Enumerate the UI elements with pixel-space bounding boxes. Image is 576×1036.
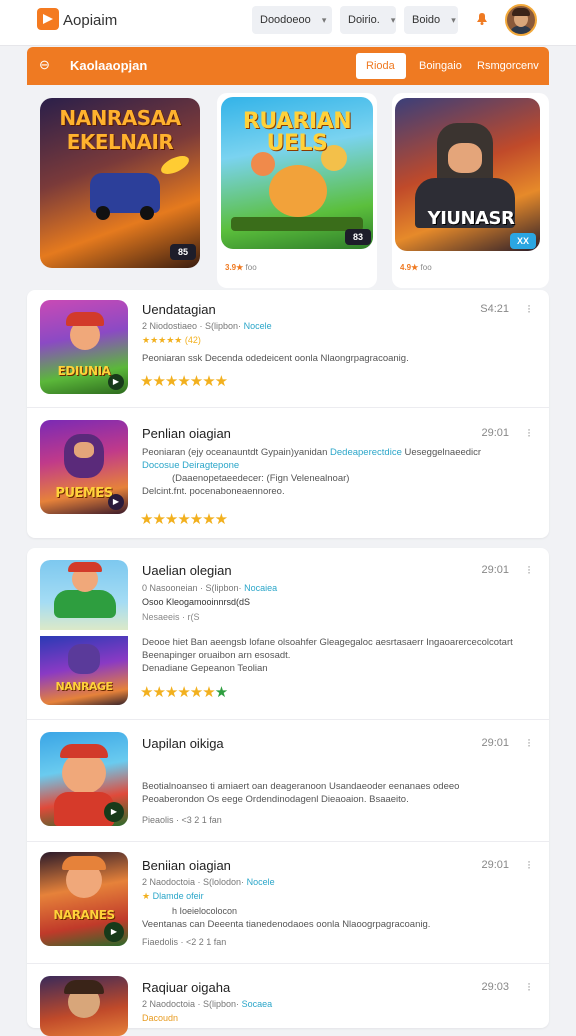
game-art-title: YIUNASR [427,208,515,229]
timestamp: 29:01 [481,564,509,576]
dropdown-label: Doirio. [348,14,380,26]
game-description: Beotialnoanseo ti amiaert oan deageranoo… [142,781,460,805]
chevron-down-icon: ▾ [321,15,327,25]
tab-rsmgorcenv[interactable]: Rsmgorcenv [467,53,549,79]
game-list-panel: EDIUNIA ▶ Uendatagian S4:21 ⁝ 2 Niodosti… [27,290,549,538]
game-title: Raqiuar oigaha [142,980,231,995]
desc-prefix: h Ioeielocolocon [172,906,238,916]
star-rating: ★★★★★★★ [140,684,228,701]
game-meta: 2 Niodostiaeo · S(lipbon· Nocele [142,321,272,331]
rating-line: Dacoudn [142,1013,179,1023]
game-thumbnail: EDIUNIA ▶ [40,300,128,394]
featured-card[interactable]: RUARIAN UELS 83 3.9★ foo [217,93,377,288]
more-options-icon[interactable]: ⁝ [527,426,531,440]
star-rating: ★★★★★★★ [140,511,228,528]
game-art-title: NARANES [53,908,115,922]
timestamp: S4:21 [480,303,509,315]
star-rating: ★★★★★★★ [140,373,228,390]
chevron-down-icon: ▾ [451,15,456,25]
rating-line: ★ Dlamde ofeir [142,891,204,901]
game-art-title: RUARIAN UELS [242,109,352,156]
top-app-bar: Aopiaim Doodoeoo ▾ Doirio. ▾ Boido ▾ [0,0,576,46]
avatar[interactable] [505,4,537,36]
back-icon[interactable]: ⊖ [39,57,50,73]
play-badge-icon: ▶ [104,922,124,942]
tab-rioda[interactable]: Rioda [356,53,406,79]
more-options-icon[interactable]: ⁝ [527,736,531,750]
game-cover-image: RUARIAN UELS [221,97,373,249]
header-dropdown-1[interactable]: Doodoeoo ▾ [252,6,332,34]
game-cover-image: NANRASAA EKELNAIR [40,98,200,268]
rating-line: ★★★★★ (42) [142,335,201,345]
timestamp: 29:03 [481,981,509,993]
game-title: Uaelian olegian [142,563,232,578]
game-thumbnail [40,976,128,1036]
item-footer: Fiaedolis · <2 2 1 fan [142,937,227,947]
tab-boingaio[interactable]: Boingaio [409,53,472,79]
more-options-icon[interactable]: ⁝ [527,302,531,316]
game-description: Deooe hiet Ban aeengsb lofane olsoahfer … [142,637,513,674]
logo-icon[interactable] [37,8,59,30]
category-link[interactable]: Nocele [244,321,272,331]
section-bar: ⊖ Kaolaaopjan Rioda Boingaio Rsmgorcenv [27,47,549,85]
game-title: Uapilan oikiga [142,736,224,751]
game-thumbnail: NARANES ▶ [40,852,128,946]
category-link[interactable]: Nocaiea [244,583,277,593]
timestamp: 29:01 [481,859,509,871]
app-name: Aopiaim [63,12,118,29]
play-badge-icon: ▶ [108,494,124,510]
more-options-icon[interactable]: ⁝ [527,980,531,994]
dropdown-label: Boido [412,14,441,26]
score-badge: XX [510,233,536,249]
play-badge-icon: ▶ [108,374,124,390]
game-description: Veentanas can Deeenta tianedenodaoes oon… [142,919,431,930]
game-title: Uendatagian [142,302,216,317]
score-badge: 85 [170,244,196,260]
list-item[interactable]: PUEMES ▶ Penlian oiagian 29:01 ⁝ Peoniar… [27,408,549,538]
game-meta: 2 Naodoctoia · S(lolodon· Nocele [142,877,275,887]
rating-line: Nesaeeis · r(S [142,612,200,622]
subtitle-line: Osoo Kleogamooinnrsd(dS [142,597,251,607]
list-item[interactable]: ▶ Uapilan oikiga 29:01 ⁝ Beotialnoanseo … [27,720,549,842]
rating-meta: 4.9★ foo [400,263,432,272]
more-options-icon[interactable]: ⁝ [527,563,531,577]
rating-meta: 3.9★ foo [225,263,257,272]
timestamp: 29:01 [481,427,509,439]
play-badge-icon: ▶ [104,802,124,822]
game-list-panel: NANRAGE Uaelian olegian 29:01 ⁝ 0 Nasoon… [27,548,549,1036]
score-badge: 83 [345,229,371,245]
game-art-title: NANRASAA EKELNAIR [59,106,181,154]
item-footer: Pieaolis · <3 2 1 fan [142,815,222,825]
game-thumbnail: NANRAGE [40,560,128,705]
header-dropdown-2[interactable]: Doirio. ▾ [340,6,396,34]
game-title: Penlian oiagian [142,426,231,441]
header-dropdown-3[interactable]: Boido ▾ [404,6,458,34]
game-art-title: NANRAGE [55,680,113,693]
dropdown-label: Doodoeoo [260,14,311,26]
game-thumbnail: PUEMES ▶ [40,420,128,514]
featured-card[interactable]: NANRASAA EKELNAIR 85 [37,93,202,288]
more-options-icon[interactable]: ⁝ [527,858,531,872]
timestamp: 29:01 [481,737,509,749]
list-item[interactable]: Raqiuar oigaha 29:03 ⁝ 2 Naodoctoia · S(… [27,964,549,1036]
game-cover-image: YIUNASR [395,98,540,251]
bell-icon[interactable] [474,10,490,26]
game-meta: 2 Naodoctoia · S(lipbon· Socaea [142,999,273,1009]
game-description: Peoniaran ssk Decenda odedeicent oonla N… [142,353,409,364]
game-meta: 0 Nasooneian · S(lipbon· Nocaiea [142,583,278,593]
featured-carousel: NANRASAA EKELNAIR 85 RUARIAN UELS 83 3.9… [27,85,549,290]
list-item[interactable]: NARANES ▶ Beniian oiagian 29:01 ⁝ 2 Naod… [27,842,549,964]
list-item[interactable]: NANRAGE Uaelian olegian 29:01 ⁝ 0 Nasoon… [27,548,549,720]
game-title: Beniian oiagian [142,858,231,873]
chevron-down-icon: ▾ [390,15,396,25]
featured-card[interactable]: YIUNASR XX 4.9★ foo [392,93,549,288]
category-link[interactable]: Socaea [242,999,273,1009]
section-title: Kaolaaopjan [70,58,148,73]
category-link[interactable]: Nocele [247,877,275,887]
game-description: Peoniaran (ejy oceanauntdt Gypain)yanida… [142,447,482,497]
list-item[interactable]: EDIUNIA ▶ Uendatagian S4:21 ⁝ 2 Niodosti… [27,290,549,408]
game-thumbnail: ▶ [40,732,128,826]
